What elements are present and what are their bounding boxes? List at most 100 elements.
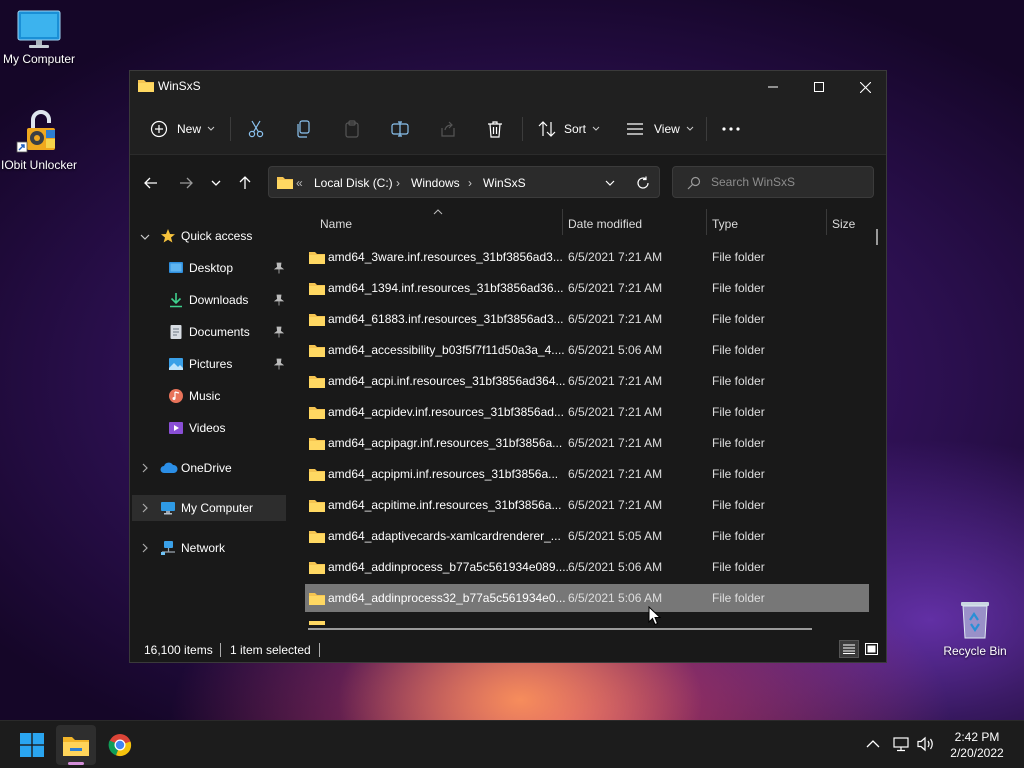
nav-network[interactable]: Network [132, 535, 286, 561]
up-button[interactable] [235, 173, 255, 193]
nav-downloads[interactable]: Downloads [132, 287, 286, 313]
column-divider[interactable] [706, 209, 707, 235]
nav-quick-access[interactable]: Quick access [132, 223, 286, 249]
breadcrumb-local-disk[interactable]: Local Disk (C:) [314, 176, 393, 190]
file-type: File folder [712, 467, 765, 481]
refresh-icon[interactable] [636, 176, 650, 190]
share-button[interactable] [440, 113, 456, 145]
file-row[interactable]: amd64_addinprocess_b77a5c561934e089.... 6… [305, 553, 869, 581]
more-options-button[interactable] [722, 113, 740, 145]
desktop-icon-recycle-bin[interactable]: Recycle Bin [933, 596, 1017, 659]
column-header-size[interactable]: Size [832, 217, 855, 231]
column-divider[interactable] [826, 209, 827, 235]
toolbar-divider [522, 117, 523, 141]
volume-icon[interactable] [916, 735, 936, 753]
address-bar[interactable]: « Local Disk (C:) › Windows › WinSxS [268, 166, 660, 198]
scissors-icon [248, 120, 264, 138]
file-date: 6/5/2021 7:21 AM [568, 250, 663, 264]
file-row[interactable]: amd64_acpitime.inf.resources_31bf3856a..… [305, 491, 869, 519]
forward-button[interactable] [176, 173, 196, 193]
column-divider[interactable] [562, 209, 563, 235]
details-view-button[interactable] [839, 640, 859, 658]
horizontal-scrollbar[interactable] [308, 628, 812, 630]
desktop-icon-iobit-unlocker[interactable]: IObit Unlocker [0, 106, 81, 173]
recent-locations-button[interactable] [206, 173, 226, 193]
desktop-icon-label: Recycle Bin [943, 644, 1007, 658]
maximize-button[interactable] [796, 71, 842, 103]
view-list-icon [627, 123, 643, 135]
copy-button[interactable] [296, 113, 312, 145]
nav-label: Downloads [189, 293, 249, 307]
system-clock[interactable]: 2:42 PM 2/20/2022 [942, 729, 1012, 761]
nav-videos[interactable]: Videos [132, 415, 286, 441]
folder-icon [309, 500, 325, 512]
file-row[interactable]: amd64_acpidev.inf.resources_31bf3856ad..… [305, 398, 869, 426]
nav-documents[interactable]: Documents [132, 319, 286, 345]
vertical-scrollbar[interactable] [876, 229, 878, 245]
nav-label: Pictures [189, 357, 233, 371]
pin-icon[interactable] [274, 294, 284, 306]
file-date: 6/5/2021 7:21 AM [568, 467, 663, 481]
search-input[interactable] [711, 175, 861, 189]
start-button[interactable] [12, 725, 52, 765]
file-row[interactable]: amd64_61883.inf.resources_31bf3856ad3...… [305, 305, 869, 333]
pin-icon[interactable] [274, 326, 284, 338]
breadcrumb-winsxs[interactable]: WinSxS [483, 176, 526, 190]
pin-icon[interactable] [274, 262, 284, 274]
chevron-down-icon[interactable] [605, 180, 615, 186]
file-name: amd64_1394.inf.resources_31bf3856ad36... [328, 281, 564, 295]
file-row[interactable]: amd64_adaptivecards-xamlcardrenderer_...… [305, 522, 869, 550]
delete-button[interactable] [487, 113, 503, 145]
new-button[interactable]: New [150, 113, 215, 145]
plus-circle-icon [150, 120, 168, 138]
back-button[interactable] [141, 173, 161, 193]
minimize-button[interactable] [750, 71, 796, 103]
file-type: File folder [712, 374, 765, 388]
column-header-name[interactable]: Name [320, 217, 352, 231]
taskbar-chrome[interactable] [100, 725, 140, 765]
rename-button[interactable] [391, 113, 409, 145]
nav-label: Quick access [181, 229, 253, 243]
file-row[interactable]: amd64_acpi.inf.resources_31bf3856ad364..… [305, 367, 869, 395]
file-list: Name Date modified Type Size amd64_3ware… [302, 209, 886, 634]
search-box[interactable] [672, 166, 874, 198]
cut-button[interactable] [248, 113, 264, 145]
column-header-date[interactable]: Date modified [568, 217, 642, 231]
content-area: Quick access Desktop Downloads Documents… [130, 209, 886, 634]
file-type: File folder [712, 560, 765, 574]
pin-icon[interactable] [274, 358, 284, 370]
file-row[interactable]: amd64_3ware.inf.resources_31bf3856ad3...… [305, 243, 869, 271]
title-bar[interactable]: WinSxS [130, 71, 886, 103]
clipboard-icon [345, 120, 359, 138]
file-row[interactable]: amd64_acpipagr.inf.resources_31bf3856a..… [305, 429, 869, 457]
desktop-folder-icon [169, 262, 183, 273]
nav-onedrive[interactable]: OneDrive [132, 455, 286, 481]
large-icons-view-button[interactable] [862, 640, 880, 658]
sort-button[interactable]: Sort [538, 113, 600, 145]
nav-music[interactable]: Music [132, 383, 286, 409]
paste-button[interactable] [344, 113, 360, 145]
nav-pictures[interactable]: Pictures [132, 351, 286, 377]
breadcrumb-windows[interactable]: Windows [411, 176, 460, 190]
desktop-icon-my-computer[interactable]: My Computer [0, 10, 81, 67]
file-row[interactable]: amd64_accessibility_b03f5f7f11d50a3a_4..… [305, 336, 869, 364]
chevron-right-icon [142, 503, 148, 513]
chevron-up-icon[interactable] [866, 739, 880, 749]
view-button[interactable]: View [626, 113, 694, 145]
file-row[interactable]: amd64_acpipmi.inf.resources_31bf3856a...… [305, 460, 869, 488]
network-status-icon[interactable] [892, 735, 910, 753]
nav-label: Videos [189, 421, 226, 435]
taskbar-file-explorer[interactable] [56, 725, 96, 765]
breadcrumb-overflow[interactable]: « [296, 176, 303, 190]
folder-icon [309, 469, 325, 481]
nav-desktop[interactable]: Desktop [132, 255, 286, 281]
file-name: amd64_acpipmi.inf.resources_31bf3856a... [328, 467, 559, 481]
nav-my-computer[interactable]: My Computer [132, 495, 286, 521]
file-row[interactable]: amd64_1394.inf.resources_31bf3856ad36...… [305, 274, 869, 302]
column-header-type[interactable]: Type [712, 217, 738, 231]
file-name: amd64_acpi.inf.resources_31bf3856ad364..… [328, 374, 566, 388]
status-bar: 16,100 items 1 item selected [130, 634, 886, 662]
file-row[interactable]: amd64_addinprocess32_b77a5c561934e0... 6/… [305, 584, 869, 612]
close-button[interactable] [842, 71, 888, 103]
status-divider [220, 643, 221, 657]
